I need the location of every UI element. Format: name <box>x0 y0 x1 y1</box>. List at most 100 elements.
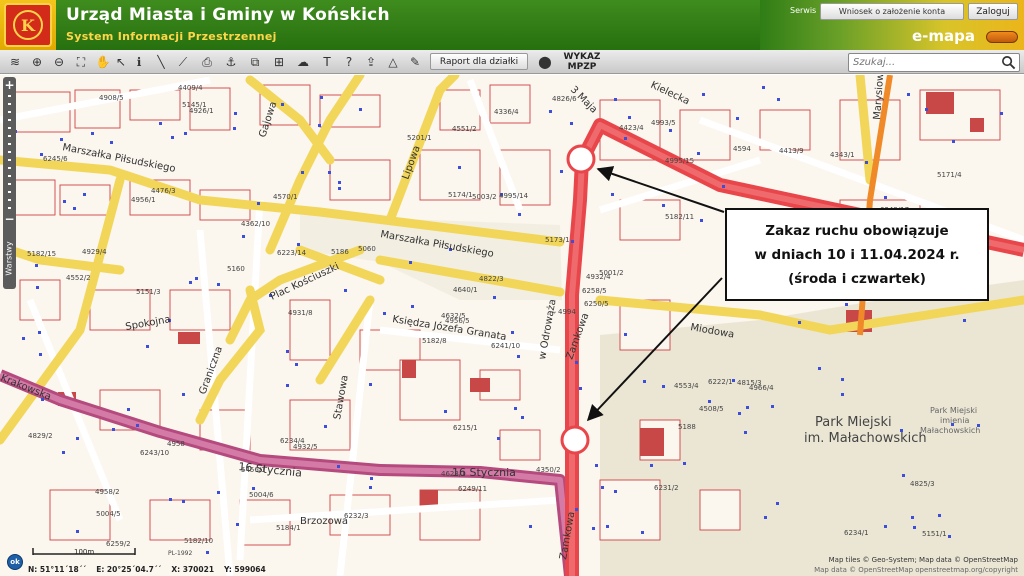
address-point <box>907 93 910 96</box>
address-point <box>338 181 341 184</box>
closure-marker-north[interactable] <box>566 144 596 174</box>
parcel-number-label: 4409/4 <box>178 84 203 92</box>
parcel-number-label: 6241/10 <box>491 342 520 350</box>
address-point <box>575 508 578 511</box>
address-point <box>189 281 192 284</box>
address-point <box>217 283 220 286</box>
parcel-number-label: 4632/5 <box>441 312 466 320</box>
map-attribution[interactable]: Map tiles © Geo-System; Map data © OpenS… <box>829 556 1018 564</box>
anchor-icon[interactable]: ⚓ <box>222 53 240 71</box>
nav-zoom-out-button[interactable]: − <box>3 213 16 225</box>
parcel-number-label: 4552/2 <box>66 274 91 282</box>
account-request-button[interactable]: Wniosek o założenie konta <box>820 3 964 20</box>
address-point <box>409 261 412 264</box>
address-point <box>938 514 941 517</box>
coat-of-arms-logo[interactable]: K <box>4 3 52 47</box>
toolbar: ≋ ⊕ ⊖ ⛶ ✋ ↖ ℹ ╲ ⟋ ⎙ ⚓ ⧉ ⊞ ☁ T ? ⇪ △ ✎ Ra… <box>0 50 1024 74</box>
search-box[interactable] <box>848 53 1020 72</box>
address-point <box>514 407 517 410</box>
parcel-number-label: 4551/2 <box>452 125 477 133</box>
upload-icon[interactable]: ⇪ <box>362 53 380 71</box>
select-icon[interactable]: ↖ <box>112 53 130 71</box>
parcel-number-label: 6250/5 <box>584 300 609 308</box>
address-point <box>575 361 578 364</box>
address-point <box>708 400 711 403</box>
address-point <box>845 303 848 306</box>
cloud-icon[interactable]: ☁ <box>294 53 312 71</box>
parcel-number-label: 4640/1 <box>453 286 478 294</box>
login-button[interactable]: Zaloguj <box>968 3 1018 20</box>
address-point <box>643 380 646 383</box>
question-icon[interactable]: ? <box>340 53 358 71</box>
serwis-label: Serwis <box>790 6 817 15</box>
parcel-number-label: 6249/11 <box>458 485 487 493</box>
address-point <box>337 465 340 468</box>
layers-icon[interactable]: ≋ <box>6 53 24 71</box>
closure-marker-south[interactable] <box>560 425 590 455</box>
measure-line-icon[interactable]: ╲ <box>152 53 170 71</box>
label-brzozowa: Brzozowa <box>300 516 348 527</box>
search-icon[interactable] <box>1001 55 1016 70</box>
parcel-number-label: 6232/3 <box>344 512 369 520</box>
parcel-number-label: 4994 <box>558 308 576 316</box>
zoom-slider[interactable] <box>8 95 11 209</box>
pan-icon[interactable]: ✋ <box>94 53 112 71</box>
address-point <box>324 425 327 428</box>
parcel-number-label: 5182/11 <box>665 213 694 221</box>
address-point <box>127 408 130 411</box>
label-park-small-2: imienia <box>940 416 969 425</box>
parcel-report-button[interactable]: Raport dla działki <box>430 53 528 70</box>
parcel-number-label: 4336/4 <box>494 108 519 116</box>
parcel-number-label: 4995/14 <box>499 192 529 200</box>
address-point <box>628 116 631 119</box>
address-point <box>571 240 574 243</box>
address-point <box>146 345 149 348</box>
map-svg: Marszałka Piłsudskiego Marszałka Piłsuds… <box>0 75 1024 576</box>
location-icon[interactable]: ⬤ <box>536 53 554 71</box>
address-point <box>206 551 209 554</box>
parcel-number-label: 5001/2 <box>599 269 624 277</box>
address-point <box>518 213 521 216</box>
app-title: Urząd Miasta i Gminy w Końskich <box>66 5 390 25</box>
parcel-number-label: 4343/1 <box>830 151 855 159</box>
identify-icon[interactable]: ⊞ <box>270 53 288 71</box>
print-icon[interactable]: ⎙ <box>198 53 216 71</box>
logo-emblem-icon: K <box>13 10 43 40</box>
polygon-icon[interactable]: △ <box>384 53 402 71</box>
copy-icon[interactable]: ⧉ <box>246 53 264 71</box>
zoom-in-icon[interactable]: ⊕ <box>28 53 46 71</box>
parcel-number-label: 5004/5 <box>96 510 121 518</box>
zoom-out-icon[interactable]: ⊖ <box>50 53 68 71</box>
e-mapa-app: K Urząd Miasta i Gminy w Końskich System… <box>0 0 1024 576</box>
measure-path-icon[interactable]: ⟋ <box>174 53 192 71</box>
address-point <box>252 487 255 490</box>
address-point <box>776 502 779 505</box>
address-point <box>697 152 700 155</box>
search-input[interactable] <box>853 55 993 70</box>
address-point <box>777 98 780 101</box>
mpzp-line2: MPZP <box>567 62 597 72</box>
address-point <box>39 353 42 356</box>
mpzp-list-button[interactable]: WYKAZ MPZP <box>560 52 604 72</box>
address-point <box>38 331 41 334</box>
ok-button[interactable]: ok <box>7 554 23 570</box>
map-navigation-bar: + − Warstwy <box>3 77 16 289</box>
zoom-extent-icon[interactable]: ⛶ <box>72 53 90 71</box>
parcel-number-label: 4350/2 <box>536 466 561 474</box>
layers-tab[interactable]: Warstwy <box>3 229 16 287</box>
parcel-number-label: 4423/4 <box>619 124 644 132</box>
parcel-number-label: 5182/10 <box>184 537 213 545</box>
map-attribution-secondary[interactable]: Map data © OpenStreetMap openstreetmap.o… <box>814 566 1018 574</box>
address-point <box>318 124 321 127</box>
callout-line-2: w dniach 10 i 11.04.2024 r. <box>754 246 960 263</box>
address-point <box>521 416 524 419</box>
nav-zoom-in-button[interactable]: + <box>3 79 16 91</box>
map-canvas[interactable]: Marszałka Piłsudskiego Marszałka Piłsuds… <box>0 75 1024 576</box>
draw-icon[interactable]: ✎ <box>406 53 424 71</box>
text-icon[interactable]: T <box>318 53 336 71</box>
parcel-number-label: 5456/1 <box>241 466 266 474</box>
parcel-number-label: 6258/5 <box>582 287 607 295</box>
info-icon[interactable]: ℹ <box>130 53 148 71</box>
address-point <box>458 166 461 169</box>
address-point <box>595 464 598 467</box>
